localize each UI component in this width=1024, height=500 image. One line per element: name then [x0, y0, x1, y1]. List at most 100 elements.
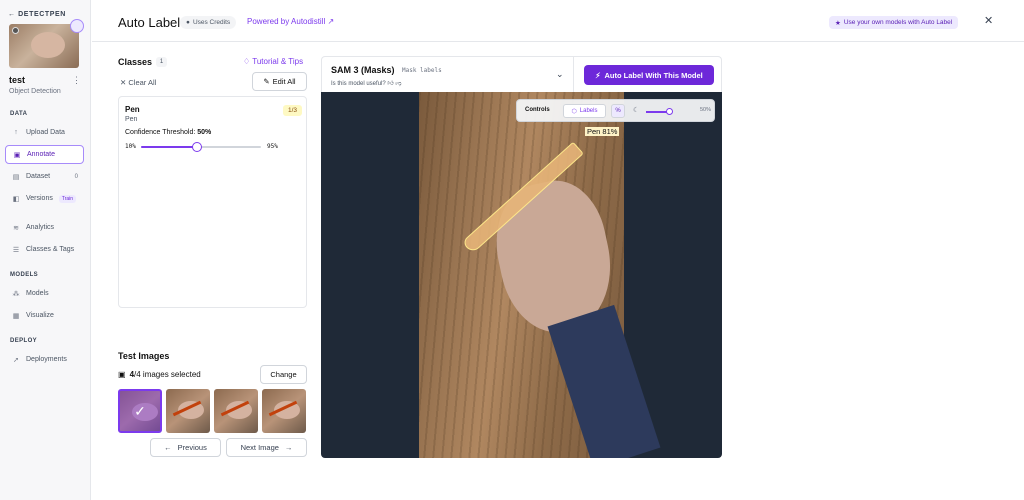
sidebar-item-label: Deployments: [26, 356, 67, 363]
classes-count: 1: [156, 57, 167, 67]
own-models-button[interactable]: ★ Use your own models with Auto Label: [829, 16, 959, 29]
project-thumbnail[interactable]: [9, 24, 79, 68]
test-image-thumb-3[interactable]: [214, 389, 258, 433]
pencil-icon: ✎: [263, 77, 270, 86]
coins-icon: ●: [186, 19, 190, 26]
powered-by-link[interactable]: Powered by Autodistill ↗: [247, 17, 334, 26]
images-selected-info: ▣ 4/4 images selected: [118, 370, 201, 379]
opacity-slider-handle[interactable]: [666, 108, 673, 115]
visualize-icon: ▦: [12, 312, 20, 320]
arrow-right-icon: →: [284, 443, 293, 452]
confidence-value: 50%: [197, 129, 212, 136]
header: Auto Label ● Uses Credits Powered by Auto…: [92, 0, 1024, 42]
class-ratio-badge: 1/3: [283, 105, 302, 116]
class-name: Pen: [125, 105, 140, 114]
previous-button[interactable]: ← Previous: [150, 438, 221, 457]
sidebar-item-visualize[interactable]: ▦ Visualize: [5, 306, 84, 325]
useful-prompt: Is this model useful?: [331, 81, 386, 87]
camera-icon: [12, 27, 19, 34]
controls-panel: Controls ⬡ Labels % ☾ 50%: [516, 99, 715, 122]
credits-label: Uses Credits: [192, 19, 231, 26]
opacity-icon: ☾: [633, 107, 640, 114]
change-button[interactable]: Change: [260, 365, 307, 384]
sidebar: ← DETECTPEN test ⋮ Object Detection DATA…: [0, 0, 91, 500]
divider: [573, 57, 574, 93]
test-image-thumb-2[interactable]: [166, 389, 210, 433]
confidence-slider[interactable]: [141, 142, 261, 152]
class-prompt: Pen: [125, 116, 138, 123]
chevron-down-icon[interactable]: ⌄: [556, 69, 564, 80]
rocket-icon: ➚: [13, 356, 19, 364]
sidebar-item-label: Visualize: [26, 312, 54, 319]
section-deploy: DEPLOY: [10, 338, 38, 344]
section-data: DATA: [10, 111, 28, 117]
avatar[interactable]: [70, 19, 84, 33]
models-icon: ⁂: [12, 290, 20, 298]
arrow-left-icon: ←: [164, 443, 172, 452]
previous-label: Previous: [177, 443, 207, 452]
page-title: Auto Label: [118, 15, 181, 30]
tag-icon: ⬡: [571, 108, 577, 115]
sidebar-item-versions[interactable]: ◧ Versions Train: [5, 189, 84, 208]
thumbnail-hand: [31, 32, 65, 58]
sidebar-item-annotate[interactable]: ▣ Annotate: [5, 145, 84, 164]
project-type: Object Detection: [9, 88, 61, 95]
slider-fill: [141, 146, 198, 148]
sidebar-item-label: Models: [26, 290, 49, 297]
analytics-icon: ≋: [13, 224, 19, 232]
test-images-heading: Test Images: [118, 351, 170, 361]
model-feedback: Is this model useful? 👍︎ 👎︎: [331, 79, 401, 87]
clear-all-label: Clear All: [128, 78, 157, 87]
thumbs-up-icon[interactable]: 👍︎: [387, 81, 393, 87]
sidebar-item-deployments[interactable]: ➚ Deployments: [5, 350, 84, 369]
preview-image: [419, 92, 661, 458]
sidebar-item-upload[interactable]: ↑ Upload Data: [5, 123, 84, 142]
kebab-menu-icon[interactable]: ⋮: [72, 75, 81, 86]
next-image-button[interactable]: Next Image →: [226, 438, 307, 457]
auto-label-button[interactable]: ⚡︎ Auto Label With This Model: [584, 65, 714, 85]
image-icon: ▣: [118, 370, 126, 379]
test-image-thumb-4[interactable]: [262, 389, 306, 433]
sidebar-item-label: Dataset: [26, 173, 51, 180]
back-link[interactable]: ← DETECTPEN: [8, 11, 66, 18]
back-label: DETECTPEN: [18, 11, 66, 18]
own-models-label: Use your own models with Auto Label: [843, 19, 953, 26]
credits-badge: ● Uses Credits: [180, 16, 237, 29]
labels-toggle[interactable]: ⬡ Labels: [563, 104, 606, 118]
list-icon: ☰: [12, 246, 20, 254]
controls-title: Controls: [525, 107, 550, 113]
detection-label: Pen 81%: [585, 127, 620, 136]
section-models: MODELS: [10, 272, 39, 278]
confidence-label: Confidence Threshold:: [125, 129, 196, 136]
annotate-icon: ▣: [13, 151, 21, 159]
close-icon[interactable]: ✕: [984, 14, 993, 27]
sidebar-item-label: Versions: [26, 195, 53, 202]
edit-all-button[interactable]: ✎ Edit All: [252, 72, 307, 91]
edit-all-label: Edit All: [272, 77, 296, 86]
slider-max: 95%: [267, 143, 278, 150]
clear-all-button[interactable]: ✕ Clear All: [120, 78, 156, 87]
test-image-thumb-1[interactable]: ✓: [118, 389, 162, 433]
sidebar-item-label: Classes & Tags: [26, 246, 75, 253]
sidebar-item-classes-tags[interactable]: ☰ Classes & Tags: [5, 240, 84, 259]
model-tag: Mask labels: [402, 67, 442, 74]
sidebar-item-dataset[interactable]: ▤ Dataset 0: [5, 167, 84, 186]
opacity-value: 50%: [700, 107, 712, 113]
selected-suffix: /4 images selected: [134, 370, 201, 379]
slider-min: 10%: [125, 143, 136, 150]
sidebar-item-analytics[interactable]: ≋ Analytics: [5, 218, 84, 237]
slider-handle[interactable]: [192, 142, 203, 152]
versions-icon: ◧: [12, 195, 20, 203]
tutorial-link[interactable]: ♢ Tutorial & Tips: [243, 57, 303, 66]
thumbs-down-icon[interactable]: 👎︎: [395, 81, 401, 87]
lightning-icon: ⚡︎: [595, 70, 601, 80]
preview-canvas[interactable]: Pen 81% Controls ⬡ Labels % ☾ 50%: [321, 92, 722, 458]
upload-icon: ↑: [14, 129, 18, 136]
confidence-threshold: Confidence Threshold: 50%: [125, 129, 211, 136]
percent-toggle[interactable]: %: [611, 104, 625, 118]
auto-label-label: Auto Label With This Model: [604, 70, 703, 80]
project-name: test: [9, 75, 26, 85]
class-card[interactable]: Pen Pen 1/3 Confidence Threshold: 50% 10…: [118, 96, 307, 308]
model-selector-bar: SAM 3 (Masks) Mask labels Is this model …: [321, 56, 722, 93]
sidebar-item-models[interactable]: ⁂ Models: [5, 284, 84, 303]
